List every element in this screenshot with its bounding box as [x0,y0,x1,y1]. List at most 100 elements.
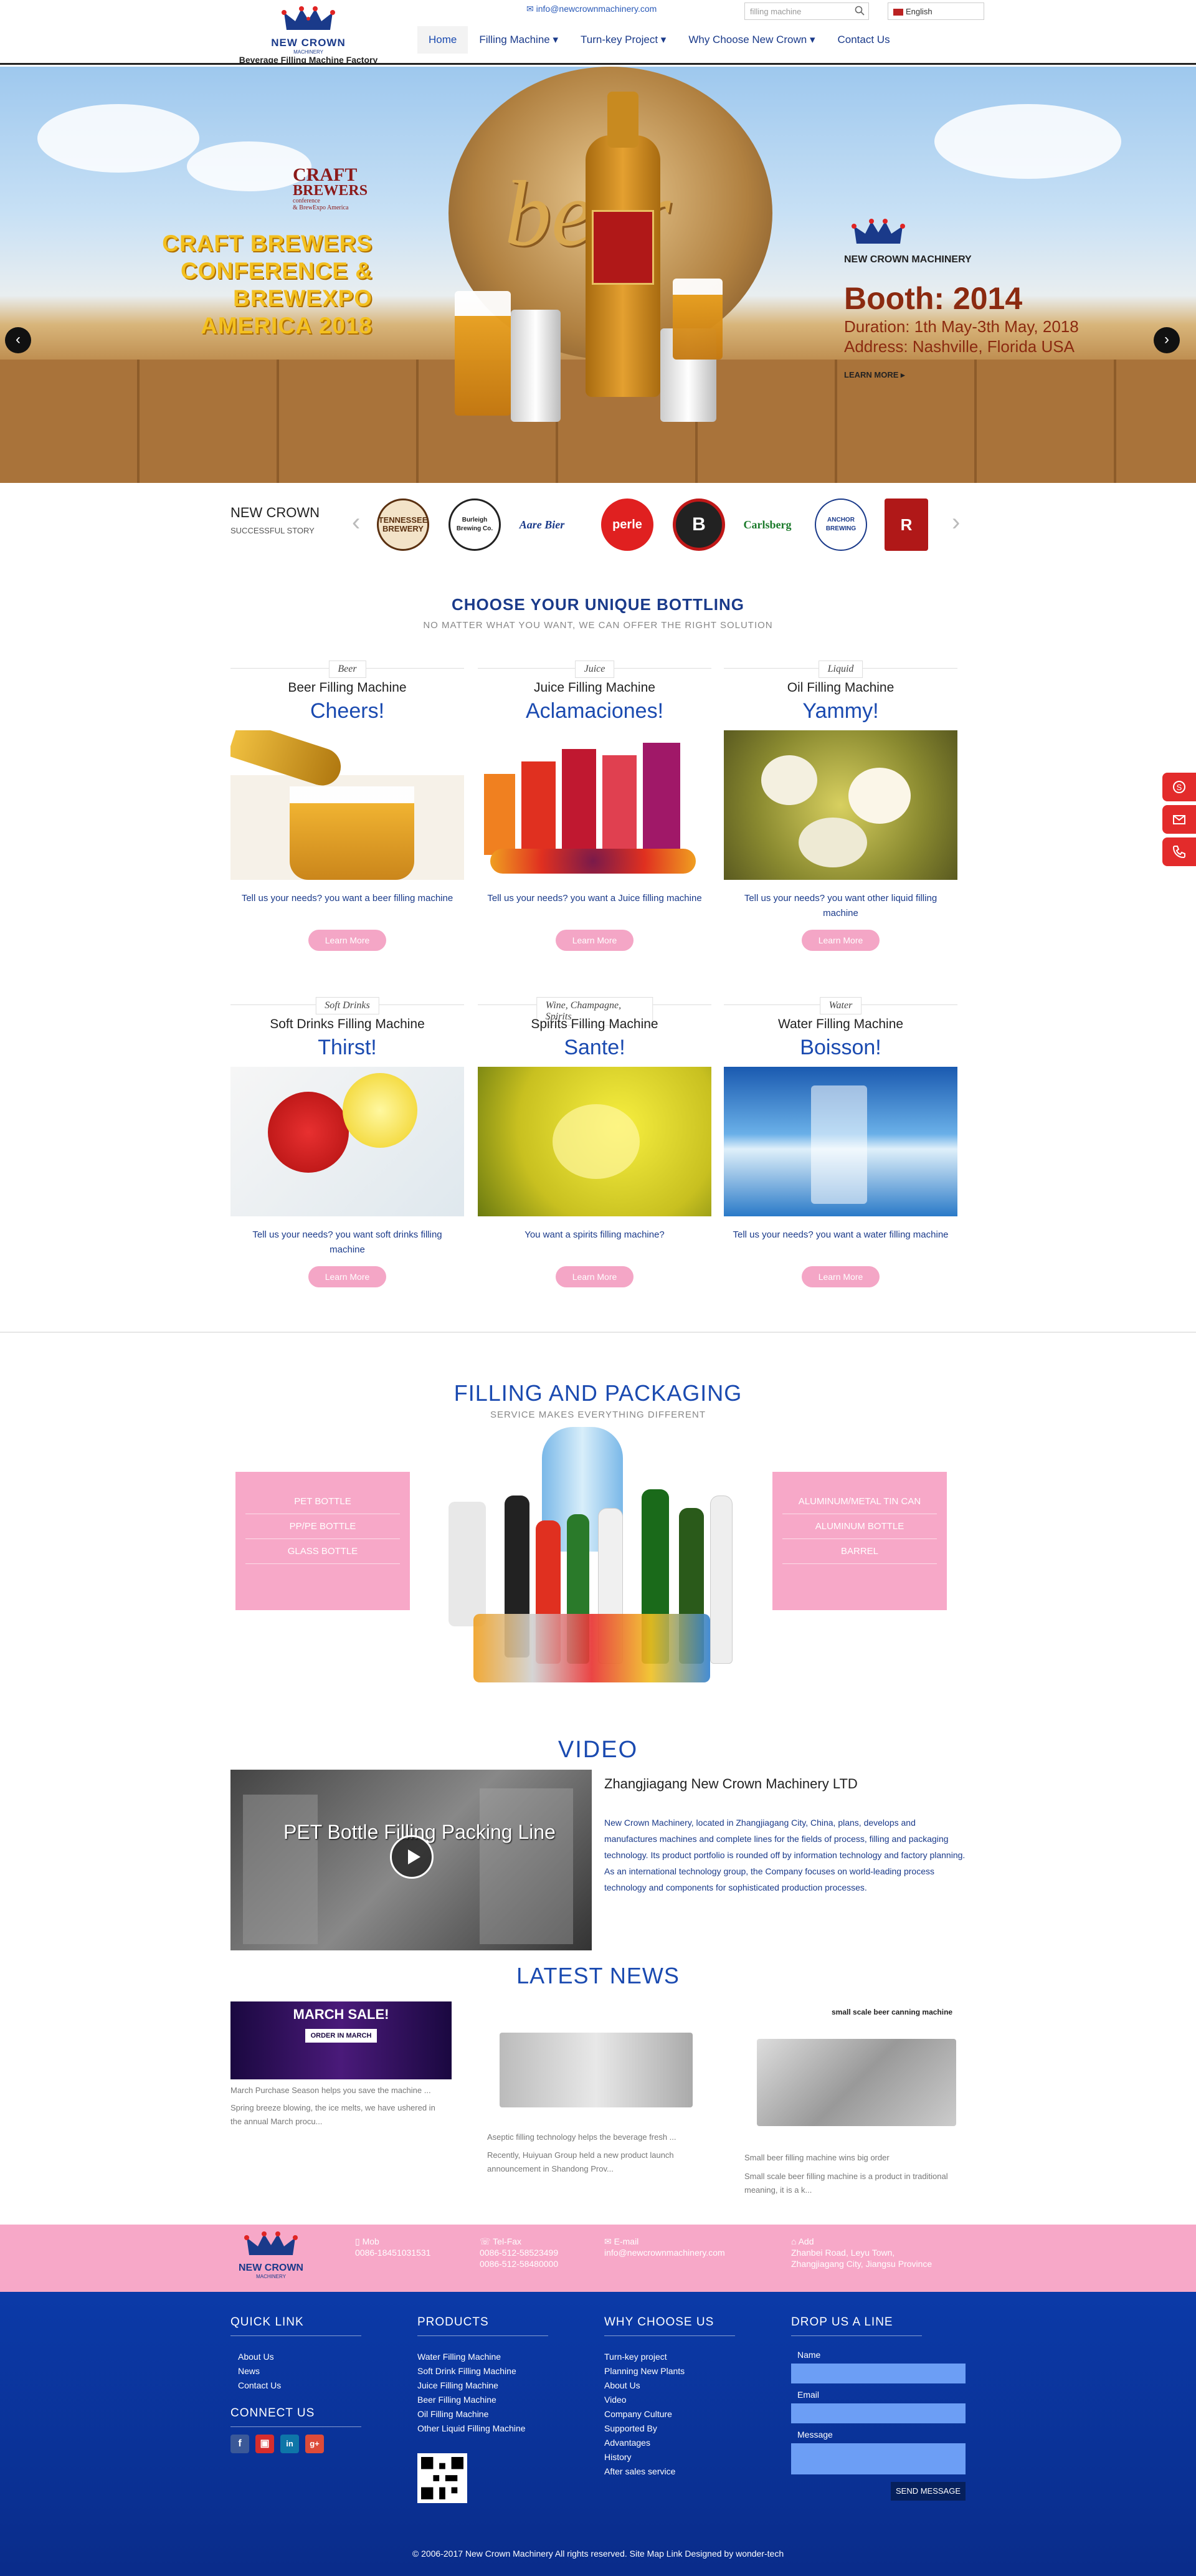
phone-icon[interactable] [1162,837,1196,866]
card-slogan: Boisson! [800,1036,881,1059]
footer-link[interactable]: After sales service [604,2464,735,2479]
footer-link[interactable]: About Us [604,2378,735,2393]
footer-link[interactable]: Supported By [604,2421,735,2436]
learn-more-button[interactable]: Learn More [802,930,880,951]
soft-drinks-image [230,1067,464,1216]
card-tag: Beer [328,661,366,678]
footer-link[interactable]: Advantages [604,2436,735,2450]
option-glass-bottle[interactable]: GLASS BOTTLE [245,1539,400,1564]
footer-link[interactable]: Water Filling Machine [417,2350,548,2364]
option-aluminum-bottle[interactable]: ALUMINUM BOTTLE [782,1514,937,1539]
company-name: Zhangjiagang New Crown Machinery LTD [604,1776,858,1791]
oil-image [724,730,957,880]
option-barrel[interactable]: BARREL [782,1539,937,1564]
products-title: PRODUCTS [417,2316,548,2336]
mail-icon: ✉ [604,2236,614,2246]
drop-line-title: DROP US A LINE [791,2316,922,2336]
brand-logo[interactable]: Burleigh Brewing Co. [448,499,501,551]
chevron-left-icon[interactable]: ‹ [352,510,360,535]
weibo-icon[interactable]: ▣ [255,2435,274,2453]
search-icon[interactable] [855,6,865,16]
news-image[interactable]: small scale beer canning machine [744,2001,966,2151]
play-icon[interactable] [390,1835,434,1879]
mob-label: Mob [362,2236,379,2246]
learn-more-button[interactable]: Learn More [308,930,386,951]
name-field[interactable] [791,2364,966,2383]
logo[interactable]: NEW CROWN MACHINERY Beverage Filling Mac… [234,5,383,65]
option-pp-pe-bottle[interactable]: PP/PE BOTTLE [245,1514,400,1539]
footer-link[interactable]: About Us [238,2350,361,2364]
news-summary: Recently, Huiyuan Group held a new produ… [487,2150,674,2173]
google-plus-icon[interactable]: g+ [305,2435,324,2453]
learn-more-button[interactable]: Learn More [556,930,634,951]
footer-link[interactable]: Contact Us [238,2378,361,2393]
brand-logo[interactable]: TENNESSEE BREWERY [377,499,429,551]
header-email-link[interactable]: info@newcrownmachinery.com [536,4,657,14]
brand-logo[interactable]: Aare Bier [516,499,568,551]
news-headline[interactable]: Small beer filling machine wins big orde… [744,2153,969,2162]
header-email[interactable]: ✉ info@newcrownmachinery.com [526,4,657,14]
tel-label: Tel-Fax [493,2236,522,2246]
nav-contact-us[interactable]: Contact Us [826,26,901,54]
mob-value: 0086-18451031531 [355,2248,431,2258]
footer-link[interactable]: Planning New Plants [604,2364,735,2378]
products-links: PRODUCTS Water Filling Machine Soft Drin… [417,2316,548,2503]
email-icon[interactable] [1162,805,1196,834]
news-image[interactable] [487,2001,708,2126]
brand-logo[interactable]: B [673,499,725,551]
brand-logo[interactable]: ANCHOR BREWING [815,499,867,551]
email-value[interactable]: info@newcrownmachinery.com [604,2247,725,2258]
footer-link[interactable]: History [604,2450,735,2464]
nav-turnkey-project[interactable]: Turn-key Project ▾ [569,26,677,54]
linkedin-icon[interactable]: in [280,2435,299,2453]
conference-title: CRAFT BREWERS CONFERENCE & BREWEXPO AMER… [49,230,373,340]
footer-logo-sub: MACHINERY [256,2274,286,2279]
brand-logo[interactable]: Carlsberg [741,499,794,551]
learn-more-button[interactable]: Learn More [556,1266,634,1287]
news-headline[interactable]: March Purchase Season helps you save the… [230,2086,455,2095]
nav-filling-machine[interactable]: Filling Machine ▾ [468,26,569,54]
footer-link[interactable]: Turn-key project [604,2350,735,2364]
brand-logo[interactable]: R [885,499,928,551]
learn-more-link[interactable]: LEARN MORE ▸ [844,370,1168,380]
send-message-button[interactable]: SEND MESSAGE [891,2482,966,2501]
option-pet-bottle[interactable]: PET BOTTLE [245,1489,400,1514]
crown-logo-icon [282,6,335,30]
quick-link-title: QUICK LINK [230,2316,361,2336]
news-image[interactable]: MARCH SALE! ORDER IN MARCH [230,2001,452,2079]
footer-link[interactable]: News [238,2364,361,2378]
tel-value: 0086-512-58523499 [480,2248,559,2258]
nav-home[interactable]: Home [417,26,468,54]
footer-link[interactable]: Oil Filling Machine [417,2407,548,2421]
tel-value: 0086-512-58480000 [480,2259,559,2269]
option-aluminum-tin-can[interactable]: ALUMINUM/METAL TIN CAN [782,1489,937,1514]
footer-link[interactable]: Video [604,2393,735,2407]
footer-logo[interactable]: NEW CROWN MACHINERY [230,2230,311,2279]
video-player[interactable]: PET Bottle Filling Packing Line [230,1770,592,1950]
skype-icon[interactable]: S [1162,773,1196,801]
learn-more-button[interactable]: Learn More [308,1266,386,1287]
search-input[interactable]: filling machine [744,2,869,20]
card-tag: Soft Drinks [315,997,379,1014]
message-field[interactable] [791,2443,966,2474]
hero-banner[interactable]: beer CRAFT BREWERS conference & BrewExpo… [0,67,1196,483]
banner-next-arrow-icon[interactable]: › [1154,327,1180,353]
chevron-right-icon[interactable]: › [952,510,960,535]
news-headline[interactable]: Aseptic filling technology helps the bev… [487,2132,711,2142]
banner-prev-arrow-icon[interactable]: ‹ [5,327,31,353]
brand-logo[interactable]: perle [601,499,653,551]
section-divider [0,1332,1196,1333]
footer-link[interactable]: Beer Filling Machine [417,2393,548,2407]
booth-brand: NEW CROWN MACHINERY [844,254,972,265]
facebook-icon[interactable]: f [230,2435,249,2453]
footer-link[interactable]: Soft Drink Filling Machine [417,2364,548,2378]
nav-why-choose[interactable]: Why Choose New Crown ▾ [677,26,826,54]
footer-link[interactable]: Juice Filling Machine [417,2378,548,2393]
footer-link[interactable]: Company Culture [604,2407,735,2421]
email-field[interactable] [791,2403,966,2423]
card-slogan: Thirst! [318,1036,377,1059]
card-tag: Water [819,997,862,1014]
footer-link[interactable]: Other Liquid Filling Machine [417,2421,548,2436]
learn-more-button[interactable]: Learn More [802,1266,880,1287]
language-select[interactable]: English [888,2,984,20]
